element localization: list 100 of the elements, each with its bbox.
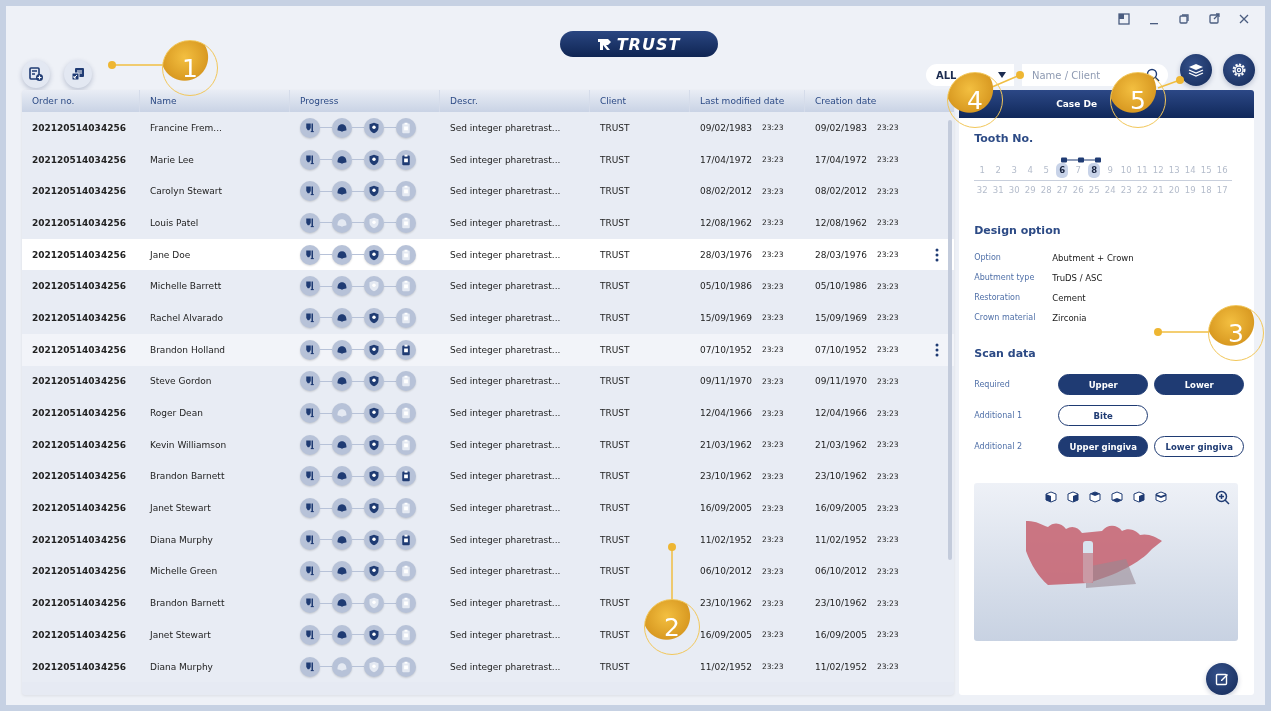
search-field[interactable]: Name / Client bbox=[1022, 64, 1168, 86]
description: Sed integer pharetrast... bbox=[449, 566, 562, 577]
client: TRUST bbox=[599, 503, 631, 514]
modified-date: 12/08/1962 bbox=[700, 217, 753, 228]
scrollbar[interactable] bbox=[948, 120, 953, 560]
leader-line bbox=[668, 543, 676, 601]
field-value: Zirconia bbox=[1052, 313, 1088, 323]
creation-date: 15/09/1969 bbox=[815, 312, 868, 323]
client: TRUST bbox=[599, 376, 631, 387]
scan-toggle[interactable]: Bite bbox=[1058, 405, 1149, 426]
order-number: 202120514034256 bbox=[31, 122, 127, 133]
client-name: Kevin Williamson bbox=[149, 439, 228, 450]
order-number: 202120514034256 bbox=[31, 661, 127, 672]
settings-icon bbox=[1230, 61, 1248, 79]
client: TRUST bbox=[599, 249, 631, 260]
edit-icon bbox=[1215, 672, 1229, 686]
modified-date: 11/02/1952 bbox=[700, 534, 753, 545]
field-label: Option bbox=[974, 253, 1002, 263]
creation-date: 06/10/2012 bbox=[815, 566, 868, 577]
order-number: 202120514034256 bbox=[31, 186, 127, 197]
order-number: 202120514034256 bbox=[31, 281, 127, 292]
scan-toggle[interactable]: Lower gingiva bbox=[1154, 436, 1245, 457]
scan-toggle[interactable]: Upper bbox=[1058, 374, 1149, 395]
client-name: Diana Murphy bbox=[149, 661, 214, 672]
order-number: 202120514034256 bbox=[31, 312, 127, 323]
more-menu-icon[interactable] bbox=[935, 342, 940, 357]
search-icon[interactable] bbox=[1146, 68, 1160, 82]
client-name: Jane Doe bbox=[148, 249, 192, 260]
filter-dropdown[interactable]: ALL bbox=[926, 64, 1014, 86]
modified-date: 16/09/2005 bbox=[700, 629, 753, 640]
scan-toggle[interactable]: Lower bbox=[1154, 374, 1245, 395]
view-cube-icon[interactable] bbox=[1155, 491, 1168, 503]
external-window-icon[interactable] bbox=[1207, 12, 1221, 26]
modified-date: 15/09/1969 bbox=[700, 312, 753, 323]
scan-toggle[interactable]: Upper gingiva bbox=[1058, 436, 1149, 457]
client-name: Diana Murphy bbox=[149, 534, 214, 545]
zoom-in-icon[interactable] bbox=[1215, 490, 1230, 505]
order-number: 202120514034256 bbox=[31, 629, 127, 640]
description: Sed integer pharetrast... bbox=[449, 661, 562, 672]
client-name: Michelle Green bbox=[149, 566, 219, 577]
description: Sed integer pharetrast... bbox=[449, 312, 562, 323]
view-cube-icon[interactable] bbox=[1133, 491, 1146, 503]
tooth-number[interactable]: 6 bbox=[1056, 163, 1069, 178]
import-button[interactable] bbox=[64, 60, 92, 88]
order-number: 202120514034256 bbox=[31, 471, 127, 482]
callout-badge: 2 bbox=[644, 599, 700, 655]
view-cube-icon[interactable] bbox=[1067, 491, 1080, 503]
logo-mark-icon bbox=[596, 37, 613, 51]
modified-date: 17/04/1972 bbox=[700, 154, 753, 165]
client-name: Louis Patel bbox=[149, 217, 200, 228]
view-cube-icon[interactable] bbox=[1045, 491, 1058, 503]
settings-button[interactable] bbox=[1223, 54, 1255, 86]
modified-date: 11/02/1952 bbox=[700, 661, 753, 672]
creation-date: 09/11/1970 bbox=[815, 376, 868, 387]
field-label: Required bbox=[974, 380, 1011, 389]
description: Sed integer pharetrast... bbox=[449, 122, 562, 133]
callout-badge: 1 bbox=[162, 40, 218, 96]
creation-date: 16/09/2005 bbox=[815, 629, 868, 640]
client: TRUST bbox=[599, 661, 631, 672]
order-number: 202120514034256 bbox=[31, 217, 127, 228]
close-icon[interactable] bbox=[1237, 12, 1251, 26]
modified-date: 23/10/1962 bbox=[700, 598, 753, 609]
section-heading: Tooth No. bbox=[974, 132, 1035, 145]
view-cube-icon[interactable] bbox=[1089, 491, 1102, 503]
description: Sed integer pharetrast... bbox=[449, 503, 562, 514]
layers-button[interactable] bbox=[1180, 54, 1212, 86]
edit-button[interactable] bbox=[1206, 663, 1238, 695]
client: TRUST bbox=[599, 408, 631, 419]
new-order-button[interactable] bbox=[22, 60, 50, 88]
section-heading: Scan data bbox=[974, 347, 1037, 360]
more-menu-icon[interactable] bbox=[935, 247, 940, 262]
document-plus-icon bbox=[28, 66, 44, 82]
search-input[interactable]: Name / Client bbox=[1032, 69, 1108, 81]
description: Sed integer pharetrast... bbox=[449, 281, 562, 292]
order-number: 202120514034256 bbox=[31, 439, 127, 450]
client-name: Janet Stewart bbox=[148, 503, 212, 514]
client-name: Roger Dean bbox=[149, 408, 204, 419]
leader-line bbox=[991, 71, 1024, 88]
creation-date: 11/02/1952 bbox=[815, 534, 868, 545]
creation-date: 12/04/1966 bbox=[815, 408, 868, 419]
description: Sed integer pharetrast... bbox=[449, 154, 562, 165]
panel-icon[interactable] bbox=[1117, 12, 1131, 26]
modified-date: 23/10/1962 bbox=[700, 471, 753, 482]
logo-text: TRUST bbox=[616, 34, 681, 54]
creation-date: 21/03/1962 bbox=[815, 439, 868, 450]
creation-date: 16/09/2005 bbox=[815, 503, 868, 514]
tooth-number[interactable]: 8 bbox=[1088, 163, 1101, 178]
import-icon bbox=[70, 66, 86, 82]
client-name: Brandon Barnett bbox=[149, 598, 226, 609]
order-number: 202120514034256 bbox=[31, 566, 127, 577]
field-label: Restoration bbox=[974, 293, 1022, 303]
creation-date: 07/10/1952 bbox=[815, 344, 868, 355]
view-cube-icon[interactable] bbox=[1111, 491, 1124, 503]
column-header[interactable]: Creation date bbox=[805, 90, 955, 112]
callout-badge: 3 bbox=[1208, 305, 1264, 361]
modified-date: 09/11/1970 bbox=[700, 376, 753, 387]
order-number: 202120514034256 bbox=[31, 503, 127, 514]
restore-icon[interactable] bbox=[1177, 12, 1191, 26]
creation-date: 05/10/1986 bbox=[815, 281, 868, 292]
modified-date: 05/10/1986 bbox=[700, 281, 753, 292]
